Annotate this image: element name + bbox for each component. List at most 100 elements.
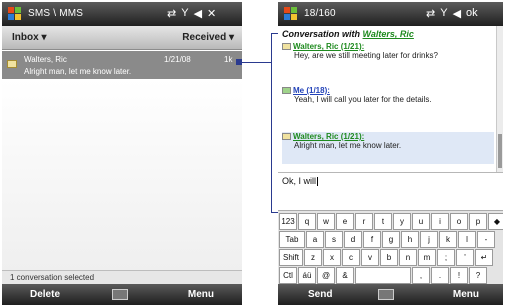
- divider: [278, 172, 503, 173]
- key-t[interactable]: t: [374, 213, 392, 230]
- keyboard-row: Ctl áü @ & , . ! ?: [279, 267, 487, 284]
- key-r[interactable]: r: [355, 213, 373, 230]
- key-b[interactable]: b: [380, 249, 398, 266]
- key-backspace[interactable]: ◆: [488, 213, 503, 230]
- key-c[interactable]: c: [342, 249, 360, 266]
- key-ctrl[interactable]: Ctl: [279, 267, 297, 284]
- keyboard-row: Tab a s d f g h j k l -: [279, 231, 495, 248]
- key-dash[interactable]: -: [477, 231, 495, 248]
- conversation-title: Conversation with Walters, Ric: [282, 29, 414, 39]
- start-menu-icon[interactable]: [8, 7, 22, 21]
- delete-softkey[interactable]: Delete: [30, 289, 60, 300]
- reply-text: Ok, I will: [282, 176, 317, 186]
- conversation-screen: 18/160 ⇄ Y ◀ ok Conversation with Walter…: [278, 2, 503, 305]
- envelope-icon: [7, 60, 17, 68]
- key-e[interactable]: e: [336, 213, 354, 230]
- keyboard-icon[interactable]: [378, 289, 394, 300]
- key-q[interactable]: q: [298, 213, 316, 230]
- message-sender: Walters, Ric: [24, 55, 67, 64]
- key-d[interactable]: d: [344, 231, 362, 248]
- message-text: Alright man, let me know later.: [294, 141, 402, 150]
- key-question[interactable]: ?: [469, 267, 487, 284]
- on-screen-keyboard: 123 q w e r t y u i o p ◆ Tab a s d f g …: [278, 210, 503, 284]
- volume-icon[interactable]: ◀: [453, 7, 461, 20]
- folder-dropdown[interactable]: Inbox ▾: [12, 32, 46, 43]
- send-softkey[interactable]: Send: [308, 289, 332, 300]
- message-header[interactable]: Me (1/18):: [293, 86, 330, 95]
- key-comma[interactable]: ,: [412, 267, 430, 284]
- key-at[interactable]: @: [317, 267, 335, 284]
- key-exclamation[interactable]: !: [450, 267, 468, 284]
- key-s[interactable]: s: [325, 231, 343, 248]
- key-j[interactable]: j: [420, 231, 438, 248]
- message-size: 1k: [224, 55, 233, 64]
- character-counter: 18/160: [304, 8, 336, 19]
- key-a[interactable]: a: [306, 231, 324, 248]
- conversation-row[interactable]: Walters, Ric 1/21/08 1k Alright man, let…: [2, 51, 242, 79]
- connectivity-icon[interactable]: ⇄: [167, 7, 176, 20]
- key-space[interactable]: [355, 267, 411, 284]
- softkey-bar: Delete Menu: [2, 284, 242, 305]
- message-header[interactable]: Walters, Ric (1/21):: [293, 132, 364, 141]
- key-h[interactable]: h: [401, 231, 419, 248]
- key-w[interactable]: w: [317, 213, 335, 230]
- key-enter[interactable]: ↵: [475, 249, 493, 266]
- list-header: Inbox ▾ Received ▾: [2, 26, 242, 50]
- key-shift[interactable]: Shift: [279, 249, 303, 266]
- message-bubble[interactable]: Me (1/18): Yeah, I will call you later f…: [282, 86, 494, 104]
- key-o[interactable]: o: [450, 213, 468, 230]
- key-z[interactable]: z: [304, 249, 322, 266]
- signal-icon[interactable]: Y: [440, 7, 447, 20]
- status-icons: ⇄ Y ◀ ok: [426, 7, 478, 20]
- key-y[interactable]: y: [393, 213, 411, 230]
- callout-bracket: [271, 33, 272, 213]
- key-i[interactable]: i: [431, 213, 449, 230]
- key-apostrophe[interactable]: ': [456, 249, 474, 266]
- message-header[interactable]: Walters, Ric (1/21):: [293, 42, 364, 51]
- key-u[interactable]: u: [412, 213, 430, 230]
- key-l[interactable]: l: [458, 231, 476, 248]
- message-list-area: [2, 79, 242, 270]
- app-title: SMS \ MMS: [28, 8, 84, 19]
- keyboard-icon[interactable]: [112, 289, 128, 300]
- key-v[interactable]: v: [361, 249, 379, 266]
- title-bar: SMS \ MMS ⇄ Y ◀ ✕: [2, 2, 242, 26]
- key-tab[interactable]: Tab: [279, 231, 305, 248]
- key-accents[interactable]: áü: [298, 267, 316, 284]
- title-bar: 18/160 ⇄ Y ◀ ok: [278, 2, 503, 26]
- message-bubble-selected[interactable]: Walters, Ric (1/21): Alright man, let me…: [282, 132, 494, 164]
- menu-softkey[interactable]: Menu: [188, 289, 214, 300]
- reply-input[interactable]: Ok, I will: [282, 176, 319, 187]
- ok-button[interactable]: ok: [466, 7, 478, 20]
- volume-icon[interactable]: ◀: [194, 7, 202, 20]
- key-semicolon[interactable]: ;: [437, 249, 455, 266]
- key-k[interactable]: k: [439, 231, 457, 248]
- key-x[interactable]: x: [323, 249, 341, 266]
- message-text: Yeah, I will call you later for the deta…: [294, 95, 432, 104]
- keyboard-row: Shift z x c v b n m ; ' ↵: [279, 249, 493, 266]
- callout-line: [242, 62, 272, 63]
- key-p[interactable]: p: [469, 213, 487, 230]
- keyboard-row: 123 q w e r t y u i o p ◆: [279, 213, 503, 230]
- message-text: Hey, are we still meeting later for drin…: [294, 51, 438, 60]
- menu-softkey[interactable]: Menu: [453, 289, 479, 300]
- key-period[interactable]: .: [431, 267, 449, 284]
- contact-link[interactable]: Walters, Ric: [363, 29, 414, 39]
- key-123[interactable]: 123: [279, 213, 297, 230]
- message-preview: Alright man, let me know later.: [24, 67, 132, 76]
- signal-icon[interactable]: Y: [181, 7, 188, 20]
- key-m[interactable]: m: [418, 249, 436, 266]
- sort-dropdown[interactable]: Received ▾: [182, 32, 234, 43]
- key-n[interactable]: n: [399, 249, 417, 266]
- key-g[interactable]: g: [382, 231, 400, 248]
- scrollbar-thumb[interactable]: [498, 134, 502, 168]
- screenshot-stage: SMS \ MMS ⇄ Y ◀ ✕ Inbox ▾ Received ▾ Wal…: [0, 0, 505, 307]
- scrollbar[interactable]: [496, 26, 503, 172]
- key-f[interactable]: f: [363, 231, 381, 248]
- start-menu-icon[interactable]: [284, 7, 298, 21]
- connectivity-icon[interactable]: ⇄: [426, 7, 435, 20]
- close-icon[interactable]: ✕: [207, 7, 216, 20]
- key-ampersand[interactable]: &: [336, 267, 354, 284]
- message-bubble[interactable]: Walters, Ric (1/21): Hey, are we still m…: [282, 42, 494, 60]
- envelope-icon: [282, 133, 291, 141]
